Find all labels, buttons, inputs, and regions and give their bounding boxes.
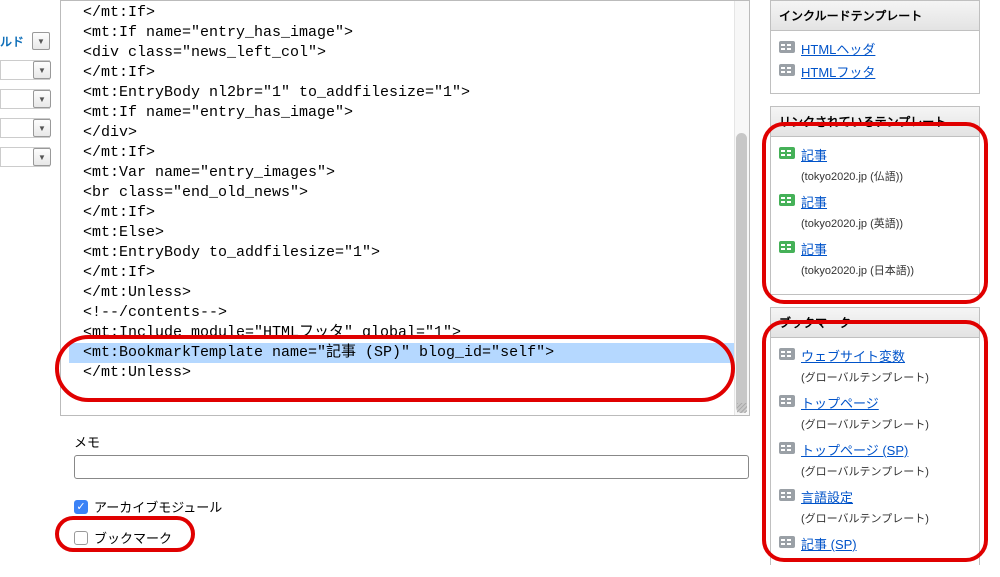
bookmark-sub: (グローバルテンプレート) xyxy=(801,463,971,479)
list-item: 記事 xyxy=(779,239,971,258)
archive-checkbox[interactable]: ✓ xyxy=(74,500,88,514)
template-icon xyxy=(779,64,795,76)
include-link[interactable]: HTMLフッタ xyxy=(801,62,875,81)
code-line: <br class="end_old_news"> xyxy=(69,183,741,203)
code-line: <mt:Var name="entry_images"> xyxy=(69,163,741,183)
list-item: トップページ xyxy=(779,393,971,412)
chevron-down-icon[interactable]: ▼ xyxy=(33,148,51,166)
vertical-scrollbar-track[interactable] xyxy=(734,1,749,415)
linked-link[interactable]: 記事 xyxy=(801,145,827,164)
linked-sub: (tokyo2020.jp (仏語)) xyxy=(801,168,971,184)
template-icon xyxy=(779,395,795,407)
memo-input[interactable] xyxy=(74,455,749,479)
bookmark-checkbox-label: ブックマーク xyxy=(94,528,172,547)
bookmark-panel-header: ブックマーク xyxy=(771,308,979,338)
include-link[interactable]: HTMLヘッダ xyxy=(801,39,875,58)
list-item: トップページ (SP) xyxy=(779,440,971,459)
template-icon xyxy=(779,442,795,454)
left-partial-label: ルド xyxy=(0,33,24,50)
code-line: </mt:If> xyxy=(69,3,741,23)
bookmark-sub: (グローバルテンプレート) xyxy=(801,510,971,526)
chevron-down-icon[interactable]: ▼ xyxy=(33,119,51,137)
template-icon xyxy=(779,489,795,501)
vertical-scrollbar-thumb[interactable] xyxy=(736,133,747,413)
resize-handle-icon[interactable] xyxy=(737,403,747,413)
chevron-down-icon[interactable]: ▼ xyxy=(33,61,51,79)
template-icon xyxy=(779,536,795,548)
code-line: <div class="news_left_col"> xyxy=(69,43,741,63)
code-line: <mt:Include module="HTMLフッタ" global="1"> xyxy=(69,323,741,343)
list-item: HTMLヘッダ xyxy=(779,39,971,58)
template-icon xyxy=(779,147,795,159)
include-template-header: インクルードテンプレート xyxy=(771,1,979,31)
right-panel: インクルードテンプレート HTMLヘッダ HTMLフッタ リンクされているテンプ… xyxy=(770,0,980,577)
bookmark-link[interactable]: トップページ (SP) xyxy=(801,440,908,459)
bookmark-link[interactable]: トップページ xyxy=(801,393,879,412)
linked-sub: (tokyo2020.jp (日本語)) xyxy=(801,262,971,278)
left-sidebar: ルド ▼ ▼ ▼ ▼ ▼ xyxy=(0,0,52,564)
code-line: </mt:Unless> xyxy=(69,363,741,383)
bookmark-row[interactable]: ブックマーク xyxy=(74,528,172,547)
bookmark-sub: (グローバルテンプレート) xyxy=(801,369,971,385)
template-icon xyxy=(779,41,795,53)
bookmark-link[interactable]: 言語設定 xyxy=(801,487,853,506)
linked-template-panel: リンクされているテンプレート 記事 (tokyo2020.jp (仏語)) 記事… xyxy=(770,106,980,295)
bookmark-link[interactable]: ウェブサイト変数 xyxy=(801,346,905,365)
code-line: </mt:If> xyxy=(69,143,741,163)
bookmark-link[interactable]: 記事 (SP) xyxy=(801,534,857,553)
linked-link[interactable]: 記事 xyxy=(801,239,827,258)
code-line: </mt:If> xyxy=(69,263,741,283)
code-line: <mt:EntryBody nl2br="1" to_addfilesize="… xyxy=(69,83,741,103)
linked-sub: (tokyo2020.jp (英語)) xyxy=(801,215,971,231)
template-icon xyxy=(779,194,795,206)
code-line: <mt:Else> xyxy=(69,223,741,243)
list-item: 記事 (SP) xyxy=(779,534,971,553)
linked-link[interactable]: 記事 xyxy=(801,192,827,211)
list-item: HTMLフッタ xyxy=(779,62,971,81)
memo-label: メモ xyxy=(74,432,750,451)
code-line: <!--/contents--> xyxy=(69,303,741,323)
code-line: </div> xyxy=(69,123,741,143)
code-line: <mt:BookmarkTemplate name="記事 (SP)" blog… xyxy=(69,343,741,363)
list-item: 記事 xyxy=(779,192,971,211)
bookmark-panel: ブックマーク ウェブサイト変数 (グローバルテンプレート) トップページ (グロ… xyxy=(770,307,980,565)
code-line: <mt:If name="entry_has_image"> xyxy=(69,103,741,123)
memo-section: メモ xyxy=(74,432,750,479)
chevron-down-icon[interactable]: ▼ xyxy=(32,32,50,50)
code-content: </mt:If><mt:If name="entry_has_image"><d… xyxy=(61,1,749,385)
list-item: 記事 xyxy=(779,145,971,164)
archive-module-row[interactable]: ✓ アーカイブモジュール xyxy=(74,497,222,516)
template-icon xyxy=(779,348,795,360)
include-template-panel: インクルードテンプレート HTMLヘッダ HTMLフッタ xyxy=(770,0,980,94)
code-line: <mt:EntryBody to_addfilesize="1"> xyxy=(69,243,741,263)
chevron-down-icon[interactable]: ▼ xyxy=(33,90,51,108)
code-line: <mt:If name="entry_has_image"> xyxy=(69,23,741,43)
archive-checkbox-label: アーカイブモジュール xyxy=(94,497,222,516)
code-line: </mt:Unless> xyxy=(69,283,741,303)
bookmark-checkbox[interactable] xyxy=(74,531,88,545)
code-editor[interactable]: </mt:If><mt:If name="entry_has_image"><d… xyxy=(60,0,750,416)
code-line: </mt:If> xyxy=(69,203,741,223)
list-item: 言語設定 xyxy=(779,487,971,506)
list-item: ウェブサイト変数 xyxy=(779,346,971,365)
template-icon xyxy=(779,241,795,253)
code-line: </mt:If> xyxy=(69,63,741,83)
bookmark-sub: (グローバルテンプレート) xyxy=(801,416,971,432)
linked-template-header: リンクされているテンプレート xyxy=(771,107,979,137)
